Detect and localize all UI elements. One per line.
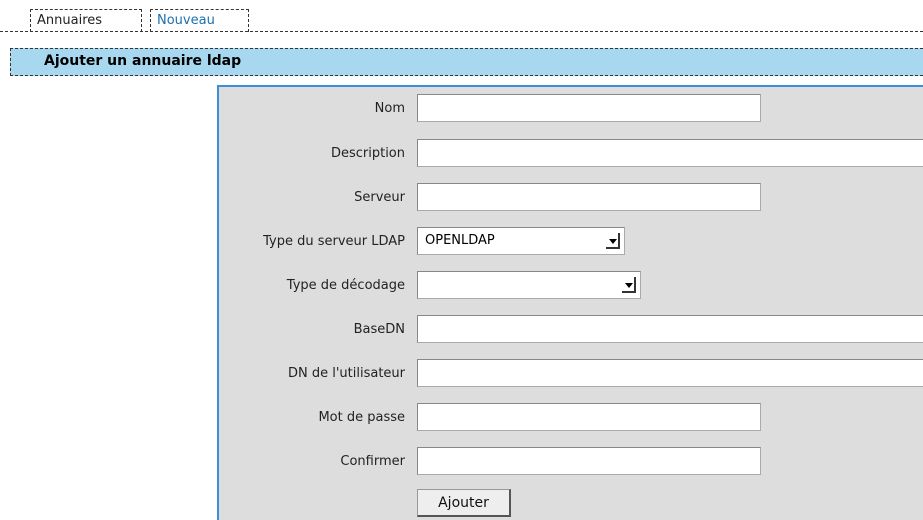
tab-bar-divider: [0, 31, 923, 32]
tab-annuaires[interactable]: Annuaires: [30, 9, 142, 32]
form-row-nom: Nom: [219, 94, 923, 126]
confirmer-input[interactable]: [417, 447, 761, 475]
ajouter-button[interactable]: Ajouter: [417, 489, 511, 517]
tab-nouveau-label: Nouveau: [157, 13, 215, 28]
tab-bar: Annuaires Nouveau: [0, 0, 923, 35]
page: Annuaires Nouveau Ajouter un annuaire ld…: [0, 0, 923, 520]
form-row-mot-de-passe: Mot de passe: [219, 403, 923, 435]
chevron-down-icon: [606, 233, 620, 249]
type-decodage-select[interactable]: [417, 271, 641, 299]
section-title: Ajouter un annuaire ldap: [44, 53, 242, 69]
type-serveur-value: OPENLDAP: [425, 233, 495, 248]
tab-annuaires-label: Annuaires: [37, 13, 103, 28]
confirmer-label: Confirmer: [340, 454, 405, 469]
form-row-basedn: BaseDN: [219, 315, 923, 347]
type-serveur-label: Type du serveur LDAP: [263, 234, 405, 249]
section-header: Ajouter un annuaire ldap: [10, 48, 923, 76]
nom-label: Nom: [374, 101, 405, 116]
form-row-dn-utilisateur: DN de l'utilisateur: [219, 359, 923, 391]
mot-de-passe-label: Mot de passe: [318, 410, 405, 425]
description-label: Description: [330, 146, 405, 161]
form-row-type-serveur: Type du serveur LDAP OPENLDAP: [219, 227, 923, 259]
dn-utilisateur-label: DN de l'utilisateur: [287, 366, 405, 381]
nom-input[interactable]: [417, 94, 761, 122]
form-row-serveur: Serveur: [219, 183, 923, 215]
description-input[interactable]: [417, 139, 923, 167]
dn-utilisateur-input[interactable]: [417, 359, 923, 387]
serveur-label: Serveur: [354, 190, 405, 205]
basedn-input[interactable]: [417, 315, 923, 343]
basedn-label: BaseDN: [353, 322, 405, 337]
chevron-down-icon: [622, 277, 636, 293]
form-row-type-decodage: Type de décodage: [219, 271, 923, 303]
form-row-description: Description: [219, 139, 923, 171]
type-decodage-label: Type de décodage: [286, 278, 405, 293]
tab-nouveau[interactable]: Nouveau: [150, 9, 249, 32]
ldap-form: Nom Description Serveur Type du serveur …: [217, 85, 923, 520]
mot-de-passe-input[interactable]: [417, 403, 761, 431]
serveur-input[interactable]: [417, 183, 761, 211]
type-serveur-select[interactable]: OPENLDAP: [417, 227, 625, 255]
form-row-confirmer: Confirmer: [219, 447, 923, 479]
